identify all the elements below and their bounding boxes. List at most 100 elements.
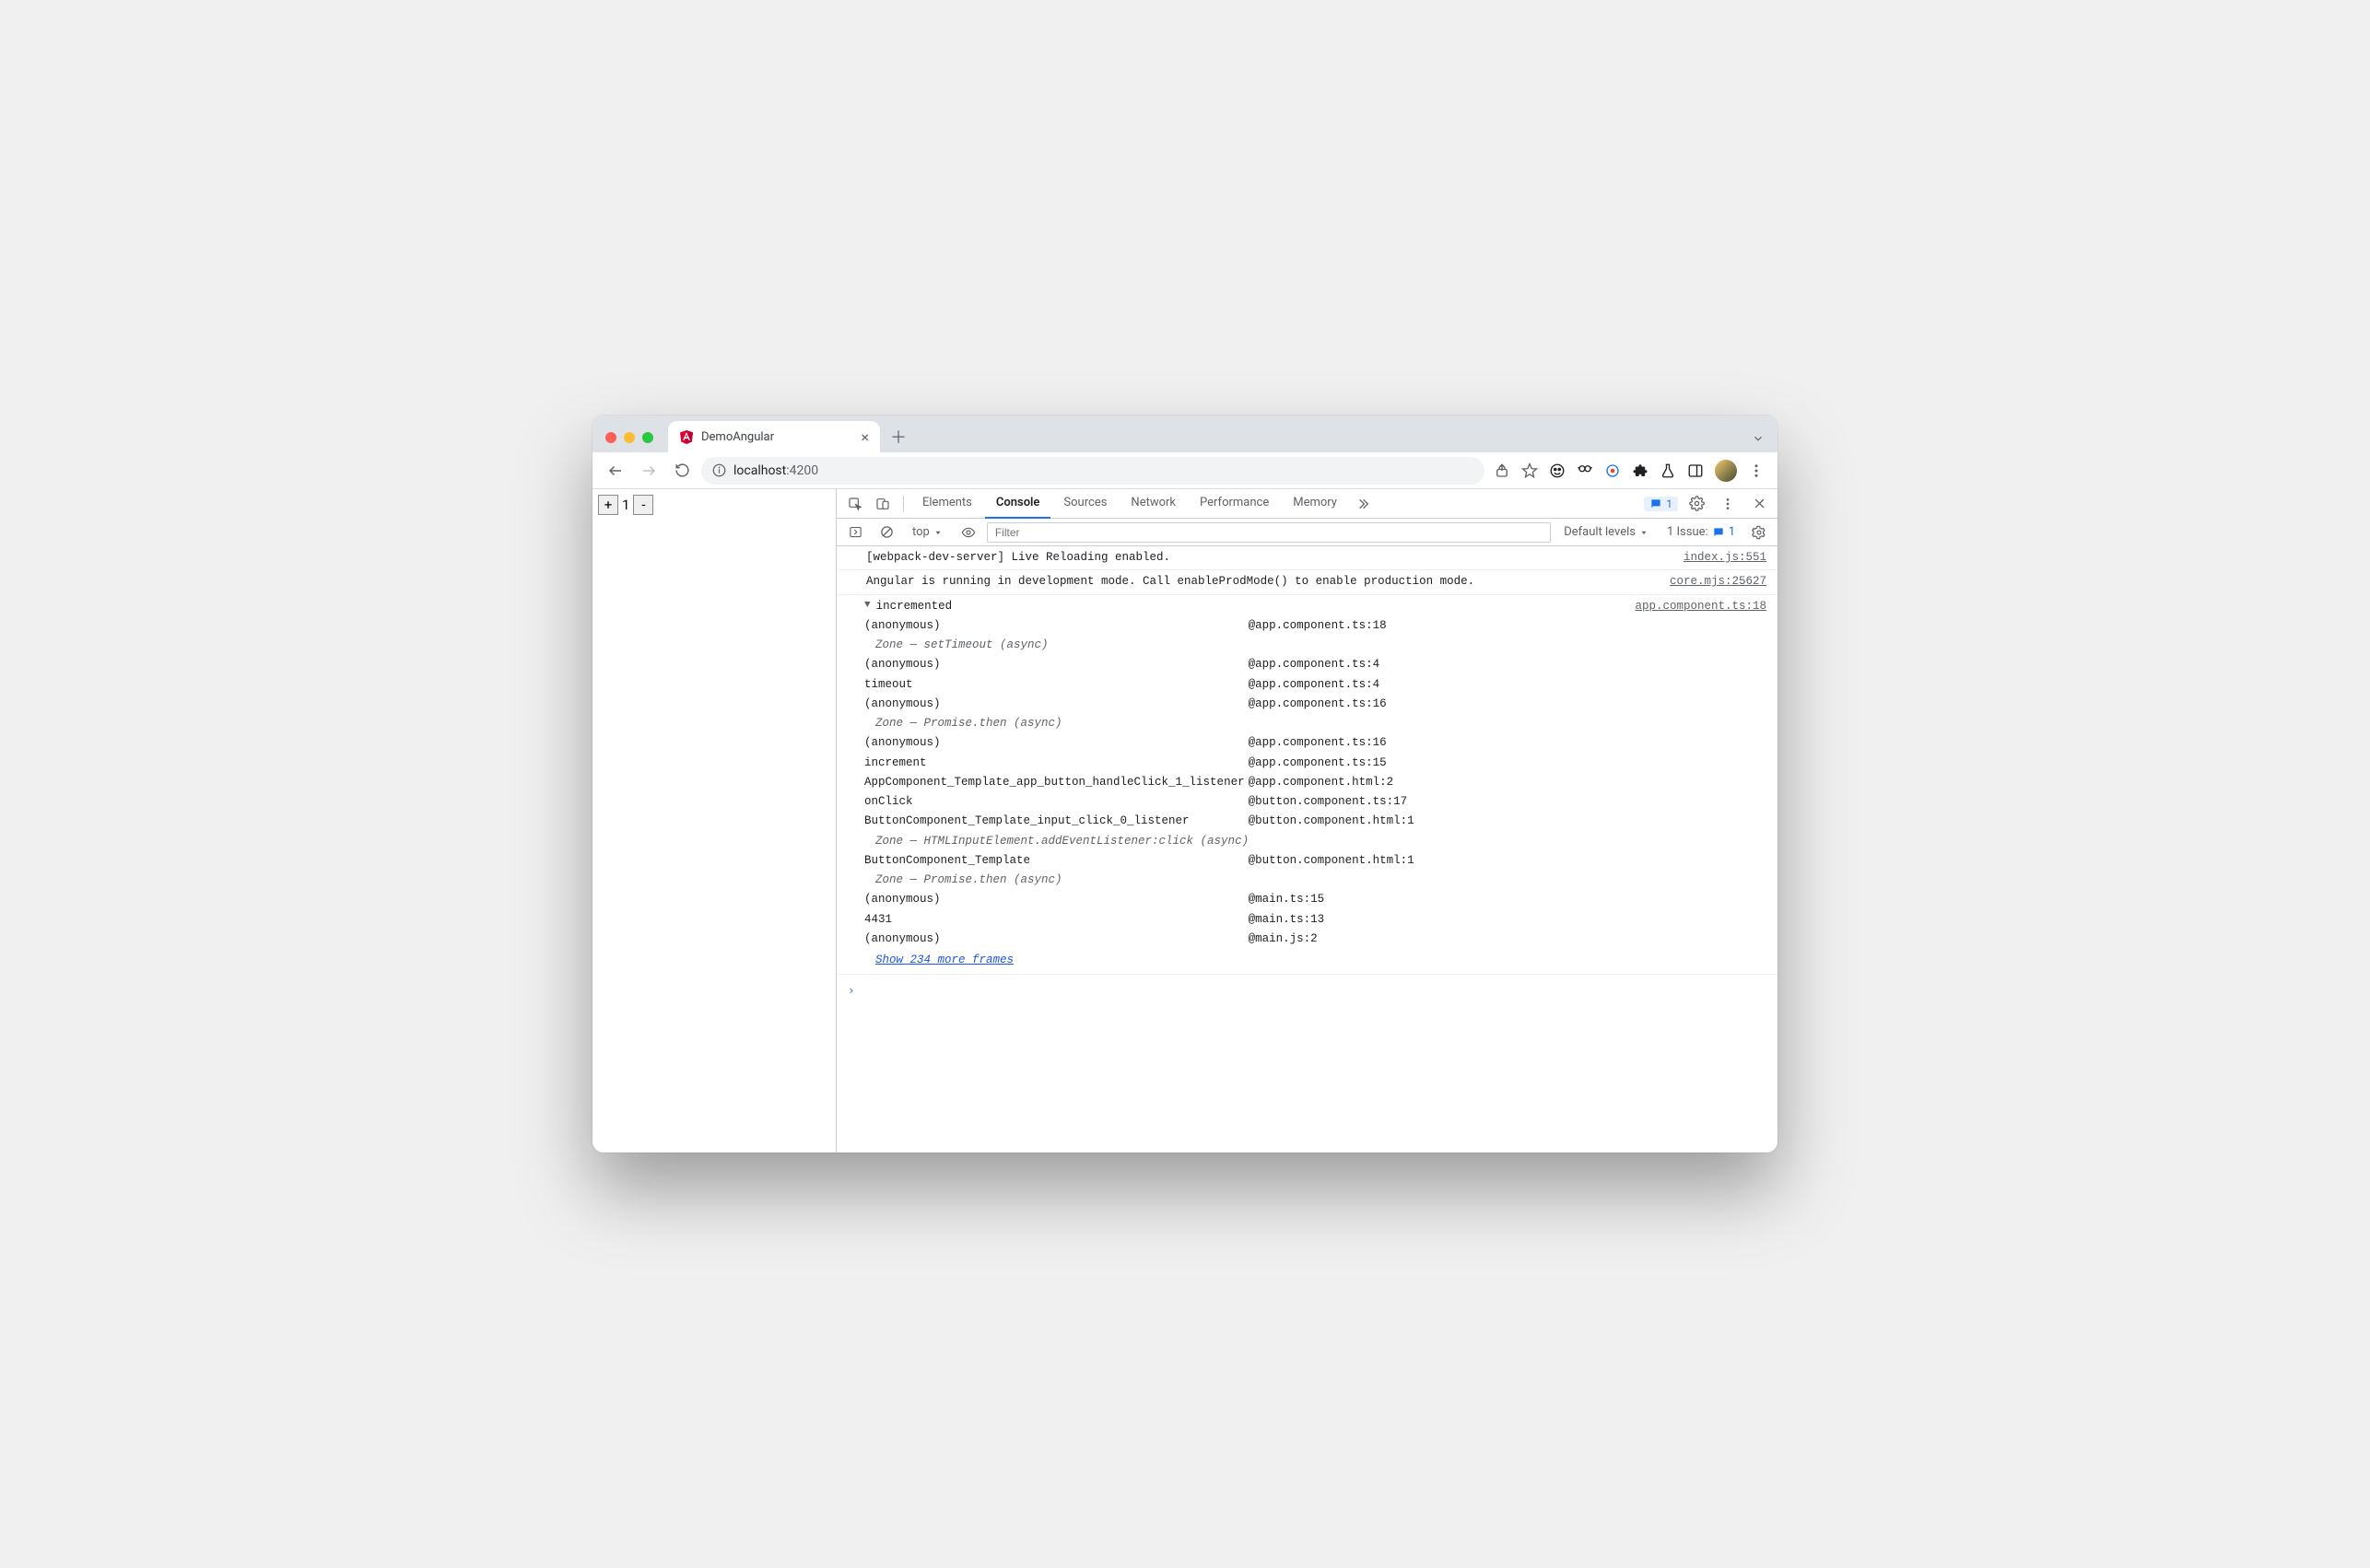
extensions-puzzle-icon[interactable]: [1632, 462, 1648, 479]
page-viewport: + 1 -: [592, 489, 837, 1153]
messages-count: 1: [1666, 497, 1672, 510]
show-more-frames-link[interactable]: Show 234 more frames: [864, 951, 1014, 970]
frame-source-link[interactable]: app.component.ts:4: [1255, 675, 1766, 695]
frame-source-link[interactable]: app.component.ts:15: [1255, 754, 1766, 773]
back-button[interactable]: [602, 457, 629, 485]
log-text: Angular is running in development mode. …: [866, 572, 1659, 591]
bookmark-star-icon[interactable]: [1521, 462, 1538, 479]
frame-at: @: [1249, 675, 1256, 695]
browser-tab[interactable]: DemoAngular ×: [668, 421, 880, 452]
frame-function: (anonymous): [864, 695, 1249, 714]
frame-function: timeout: [864, 675, 1249, 695]
browser-window: DemoAngular × ＋ localhost:4200: [592, 415, 1778, 1153]
extension-icon-1[interactable]: [1549, 462, 1566, 479]
frame-function: ButtonComponent_Template: [864, 851, 1249, 871]
frame-at: @: [1249, 930, 1256, 949]
issues-count: 1: [1729, 525, 1735, 539]
frame-function: (anonymous): [864, 890, 1249, 909]
share-icon[interactable]: [1494, 462, 1510, 479]
frame-at: @: [1249, 733, 1256, 753]
frame-function: (anonymous): [864, 930, 1249, 949]
filter-input[interactable]: [987, 522, 1551, 543]
extension-icon-3[interactable]: [1604, 462, 1621, 479]
sidepanel-icon[interactable]: [1687, 462, 1704, 479]
frame-source-link[interactable]: app.component.ts:4: [1255, 655, 1766, 674]
frame-source-link[interactable]: button.component.html:1: [1255, 851, 1766, 871]
chrome-menu-icon[interactable]: [1748, 462, 1765, 479]
devtools-panel: Elements Console Sources Network Perform…: [837, 489, 1778, 1153]
console-output: [webpack-dev-server] Live Reloading enab…: [837, 546, 1778, 1153]
tab-sources[interactable]: Sources: [1052, 489, 1118, 519]
counter-value: 1: [618, 497, 633, 513]
frame-source-link[interactable]: app.component.ts:16: [1255, 695, 1766, 714]
console-filterbar: top Default levels 1 Issue: 1: [837, 519, 1778, 546]
site-info-icon[interactable]: [712, 463, 726, 477]
log-source-link[interactable]: core.mjs:25627: [1659, 572, 1766, 591]
window-minimize-button[interactable]: [624, 432, 635, 443]
reload-button[interactable]: [668, 457, 696, 485]
decrement-button[interactable]: -: [633, 495, 653, 515]
counter-widget: + 1 -: [598, 495, 830, 515]
console-prompt[interactable]: ›: [837, 975, 1778, 1005]
device-toolbar-icon[interactable]: [870, 491, 896, 517]
stack-frames: (anonymous)@ app.component.ts:18Zone — s…: [864, 616, 1766, 949]
issues-chip[interactable]: 1 Issue: 1: [1661, 525, 1741, 539]
log-source-link[interactable]: index.js:551: [1672, 548, 1766, 568]
tab-console[interactable]: Console: [985, 489, 1051, 519]
frame-source-link[interactable]: button.component.html:1: [1255, 812, 1766, 831]
zone-frame: Zone — Promise.then (async): [864, 871, 1766, 890]
tab-network[interactable]: Network: [1120, 489, 1187, 519]
console-settings-icon[interactable]: [1746, 520, 1772, 545]
frame-at: @: [1249, 695, 1256, 714]
frame-source-link[interactable]: button.component.ts:17: [1255, 792, 1766, 812]
frame-at: @: [1249, 655, 1256, 674]
window-close-button[interactable]: [605, 432, 616, 443]
frame-source-link[interactable]: main.ts:15: [1255, 890, 1766, 909]
tab-performance[interactable]: Performance: [1189, 489, 1280, 519]
messages-badge[interactable]: 1: [1644, 497, 1678, 511]
frame-at: @: [1249, 890, 1256, 909]
live-expression-icon[interactable]: [956, 520, 981, 545]
frame-source-link[interactable]: app.component.ts:18: [1255, 616, 1766, 636]
tab-elements[interactable]: Elements: [911, 489, 983, 519]
stack-trace: ▼ incremented app.component.ts:18 (anony…: [837, 595, 1778, 976]
toolbar-actions: [1490, 460, 1768, 482]
clear-console-icon[interactable]: [874, 520, 899, 545]
console-sidebar-toggle-icon[interactable]: [842, 520, 868, 545]
frame-source-link[interactable]: main.js:2: [1255, 930, 1766, 949]
forward-button[interactable]: [635, 457, 663, 485]
devtools-settings-icon[interactable]: [1684, 491, 1709, 517]
address-bar[interactable]: localhost:4200: [701, 457, 1484, 485]
labs-flask-icon[interactable]: [1660, 462, 1676, 479]
frame-source-link[interactable]: app.component.ts:16: [1255, 733, 1766, 753]
chevron-right-icon: ›: [848, 980, 857, 1000]
trace-source-link[interactable]: app.component.ts:18: [1635, 597, 1766, 616]
frame-function: onClick: [864, 792, 1249, 812]
window-expand-icon[interactable]: [1752, 432, 1770, 445]
window-zoom-button[interactable]: [642, 432, 653, 443]
increment-button[interactable]: +: [598, 495, 618, 515]
extension-icon-2[interactable]: [1577, 462, 1593, 479]
frame-function: (anonymous): [864, 616, 1249, 636]
frame-source-link[interactable]: main.ts:13: [1255, 910, 1766, 930]
caret-down-icon: ▼: [864, 597, 871, 614]
angular-icon: [679, 429, 694, 444]
trace-toggle[interactable]: ▼ incremented app.component.ts:18: [864, 597, 1766, 616]
frame-at: @: [1249, 773, 1256, 792]
tab-memory[interactable]: Memory: [1282, 489, 1348, 519]
zone-frame: Zone — setTimeout (async): [864, 636, 1766, 655]
log-levels-selector[interactable]: Default levels: [1556, 525, 1656, 539]
frame-function: AppComponent_Template_app_button_handleC…: [864, 773, 1249, 792]
more-tabs-icon[interactable]: [1350, 491, 1376, 517]
frame-source-link[interactable]: app.component.html:2: [1255, 773, 1766, 792]
devtools-close-icon[interactable]: [1746, 491, 1772, 517]
context-selector[interactable]: top: [905, 521, 950, 544]
url-port: :4200: [786, 463, 818, 478]
profile-avatar[interactable]: [1715, 460, 1737, 482]
inspect-element-icon[interactable]: [842, 491, 868, 517]
devtools-menu-icon[interactable]: [1715, 491, 1741, 517]
new-tab-button[interactable]: ＋: [886, 424, 911, 450]
close-tab-icon[interactable]: ×: [861, 428, 869, 446]
titlebar: DemoAngular × ＋: [592, 415, 1778, 452]
issues-label: 1 Issue:: [1667, 525, 1708, 539]
